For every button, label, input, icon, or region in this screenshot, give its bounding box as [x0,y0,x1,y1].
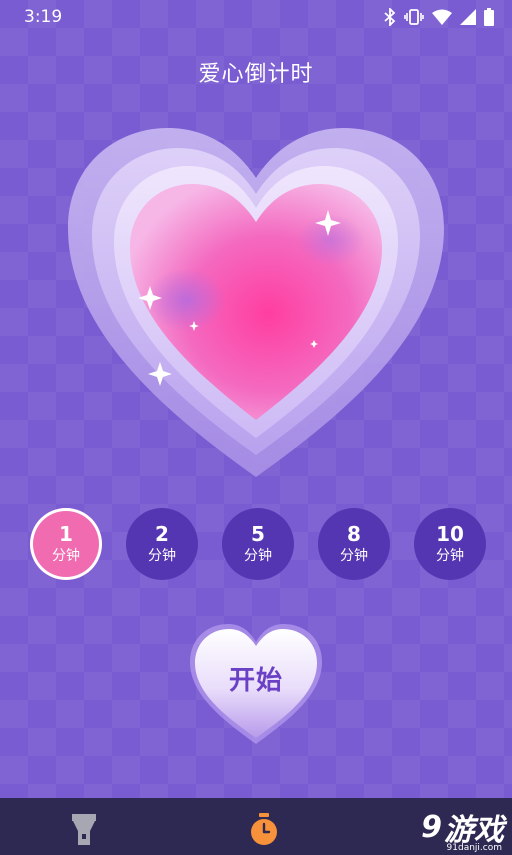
nav-stopwatch[interactable] [248,812,280,846]
timer-option-value: 2 [155,522,169,546]
timer-option-value: 10 [436,522,464,546]
timer-option-unit: 分钟 [148,548,176,564]
countdown-heart [56,120,456,490]
timer-option-unit: 分钟 [436,548,464,564]
status-icons [384,8,494,26]
start-button[interactable]: 开始 [186,620,326,748]
timer-option-2-min[interactable]: 2 分钟 [126,508,198,580]
battery-icon [484,8,494,26]
timer-option-10-min[interactable]: 10 分钟 [414,508,486,580]
nav-flashlight[interactable] [68,812,100,846]
status-bar: 3:19 [0,0,512,34]
watermark-logo-mark: 9 [421,809,442,845]
timer-option-unit: 分钟 [244,548,272,564]
start-button-label: 开始 [228,666,283,696]
timer-option-value: 8 [347,522,361,546]
timer-option-5-min[interactable]: 5 分钟 [222,508,294,580]
bluetooth-icon [384,8,396,26]
timer-options: 1 分钟 2 分钟 5 分钟 8 分钟 10 分钟 [30,508,486,580]
stopwatch-icon [251,813,277,845]
flashlight-icon [72,814,96,845]
timer-option-unit: 分钟 [52,548,80,564]
timer-option-value: 1 [59,522,73,546]
timer-option-value: 5 [251,522,265,546]
timer-option-1-min[interactable]: 1 分钟 [30,508,102,580]
signal-icon [460,9,476,25]
timer-option-8-min[interactable]: 8 分钟 [318,508,390,580]
vibrate-icon [404,8,424,26]
watermark-url: 91danji.com [446,843,502,853]
watermark-logo: 9 游戏 91danji.com [421,803,504,854]
wifi-icon [432,9,452,25]
status-time: 3:19 [24,7,63,27]
page-title: 爱心倒计时 [198,62,314,87]
timer-option-unit: 分钟 [340,548,368,564]
